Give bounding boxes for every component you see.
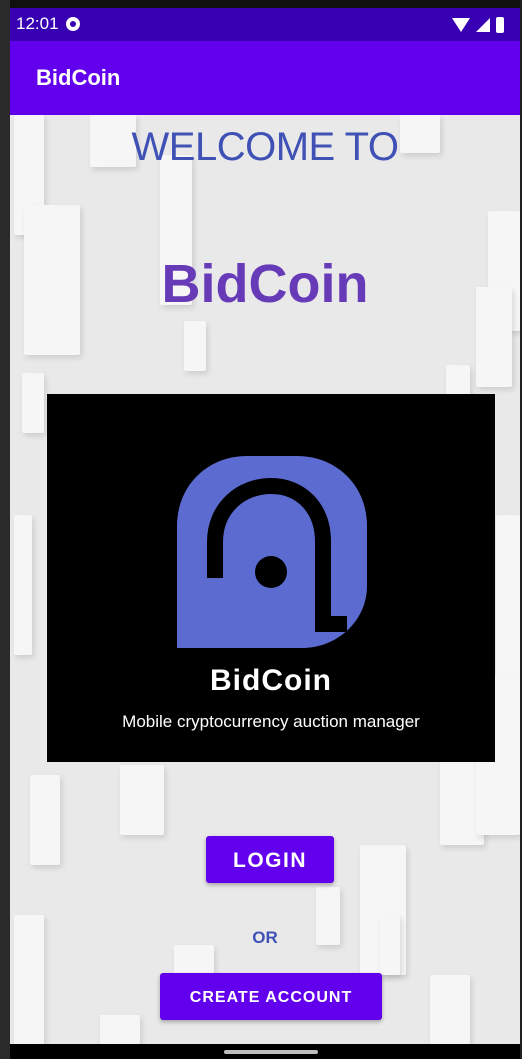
battery-icon xyxy=(496,17,504,33)
window-edge xyxy=(0,0,10,1059)
background-block xyxy=(184,321,206,371)
toolbar-title: BidCoin xyxy=(36,65,121,90)
status-icons xyxy=(452,17,504,33)
logo-banner: BidCoin Mobile cryptocurrency auction ma… xyxy=(47,394,495,762)
main-content: WELCOME TO BidCoin BidCoin Mobile crypto… xyxy=(10,115,520,1044)
wifi-icon xyxy=(452,18,470,32)
status-time: 12:01 xyxy=(16,14,59,33)
create-account-button[interactable]: CREATE ACCOUNT xyxy=(160,973,382,1020)
app-toolbar: BidCoin xyxy=(10,41,520,115)
background-block xyxy=(100,1015,140,1044)
logo-tagline: Mobile cryptocurrency auction manager xyxy=(122,712,420,731)
signal-icon xyxy=(476,18,490,32)
logo-name: BidCoin xyxy=(210,664,332,697)
background-block xyxy=(430,975,470,1044)
background-block xyxy=(446,365,470,395)
welcome-heading: WELCOME TO xyxy=(131,125,399,169)
home-gesture-handle[interactable] xyxy=(224,1050,318,1054)
background-block xyxy=(14,515,32,655)
or-separator: OR xyxy=(252,928,278,947)
status-bar: 12:01 xyxy=(10,8,520,41)
navigation-bar xyxy=(10,1044,520,1059)
login-button[interactable]: LOGIN xyxy=(206,836,334,883)
background-block xyxy=(120,765,164,835)
background-block xyxy=(30,775,60,865)
background-block xyxy=(22,373,44,433)
bidcoin-logo-icon xyxy=(177,456,367,648)
notification-icon xyxy=(66,17,80,31)
app-title: BidCoin xyxy=(161,254,369,314)
